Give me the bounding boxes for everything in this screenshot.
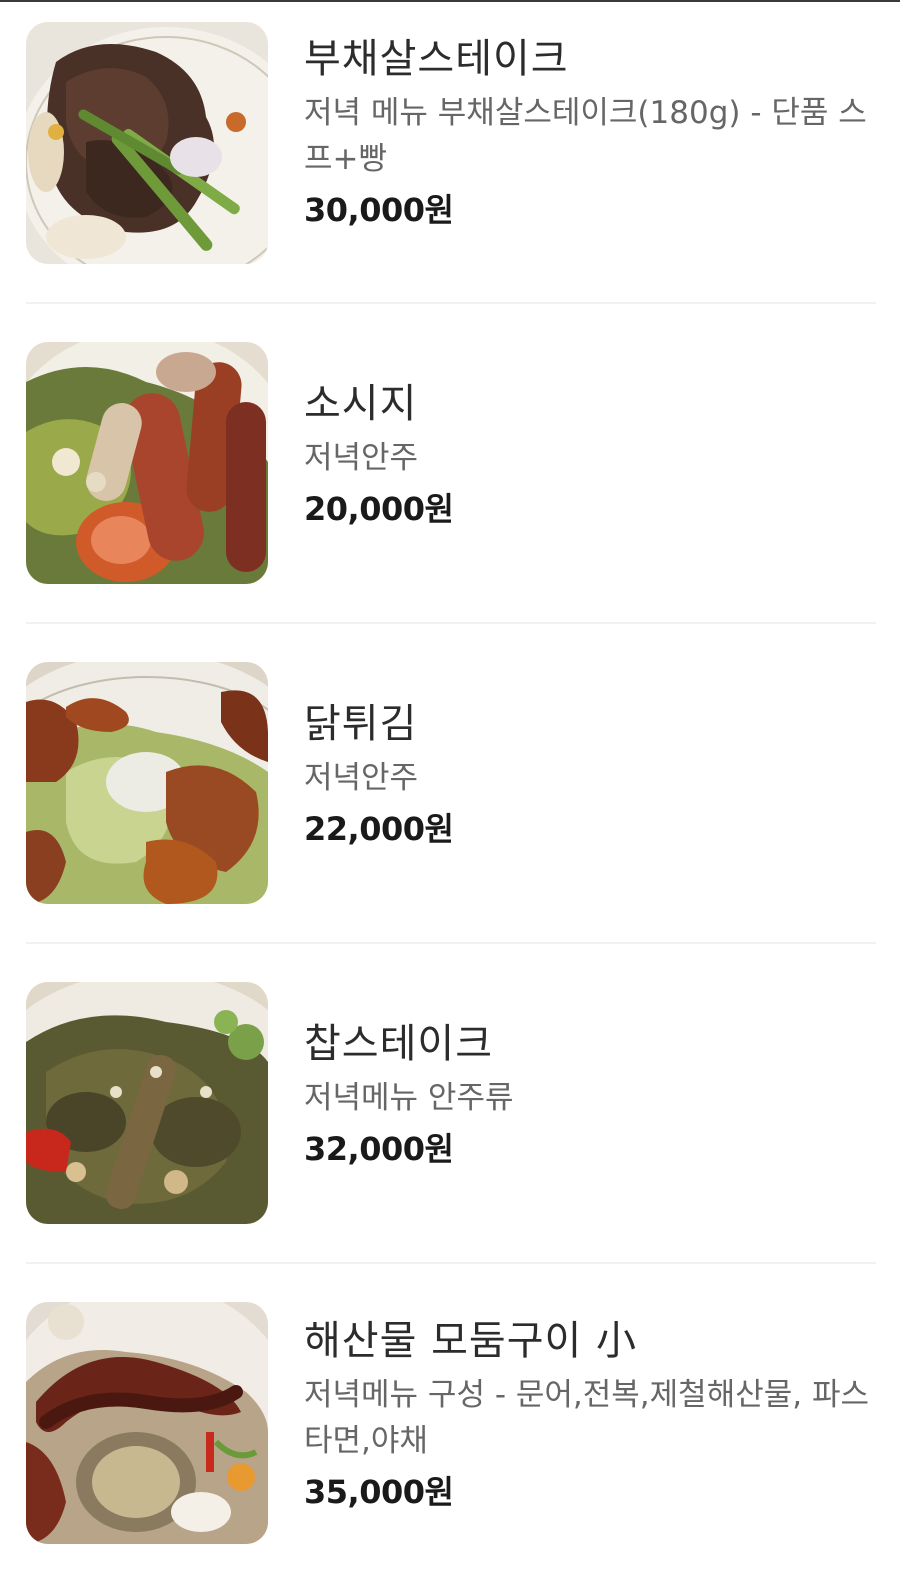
top-border	[0, 0, 900, 2]
divider	[26, 622, 876, 624]
sausage-photo	[26, 342, 268, 584]
menu-item-description: 저녁안주	[304, 440, 419, 476]
menu-item[interactable]: 소시지 저녁안주 20,000원	[26, 342, 876, 584]
menu-item-price: 20,000원	[304, 490, 454, 528]
menu-item-info: 찹스테이크 저녁메뉴 안주류 32,000원	[304, 982, 876, 1171]
seafood-photo	[26, 1302, 268, 1544]
menu-item-name: 찹스테이크	[304, 1021, 493, 1067]
menu-item[interactable]: 닭튀김 저녁안주 22,000원	[26, 662, 876, 904]
menu-item-description: 저녁메뉴 구성 - 문어,전복,제철해산물, 파스타면,야채	[304, 1377, 870, 1459]
menu-item-info: 소시지 저녁안주 20,000원	[304, 342, 876, 531]
divider	[26, 302, 876, 304]
menu-item-name: 닭튀김	[304, 701, 418, 747]
divider	[26, 1262, 876, 1264]
menu-item-description: 저녁안주	[304, 760, 419, 796]
menu-item-name: 해산물 모둠구이 小	[304, 1318, 638, 1364]
steak-photo	[26, 22, 268, 264]
menu-item[interactable]: 부채살스테이크 저녁 메뉴 부채살스테이크(180g) - 단품 스프+빵 30…	[26, 22, 876, 264]
menu-item-name: 소시지	[304, 381, 418, 427]
menu-item-price: 30,000원	[304, 191, 454, 229]
menu-item-description: 저녁 메뉴 부채살스테이크(180g) - 단품 스프+빵	[304, 95, 867, 177]
menu-item-price: 22,000원	[304, 810, 454, 848]
menu-item-info: 부채살스테이크 저녁 메뉴 부채살스테이크(180g) - 단품 스프+빵 30…	[304, 22, 876, 232]
menu-item-price: 35,000원	[304, 1473, 454, 1511]
divider	[26, 942, 876, 944]
chop-steak-photo	[26, 982, 268, 1224]
menu-item-price: 32,000원	[304, 1130, 454, 1168]
menu-item-info: 해산물 모둠구이 小 저녁메뉴 구성 - 문어,전복,제철해산물, 파스타면,야…	[304, 1302, 876, 1514]
menu-item-info: 닭튀김 저녁안주 22,000원	[304, 662, 876, 851]
menu-item[interactable]: 해산물 모둠구이 小 저녁메뉴 구성 - 문어,전복,제철해산물, 파스타면,야…	[26, 1302, 876, 1544]
menu-item-name: 부채살스테이크	[304, 36, 569, 82]
fried-chicken-photo	[26, 662, 268, 904]
menu-item[interactable]: 찹스테이크 저녁메뉴 안주류 32,000원	[26, 982, 876, 1224]
menu-item-description: 저녁메뉴 안주류	[304, 1080, 514, 1116]
